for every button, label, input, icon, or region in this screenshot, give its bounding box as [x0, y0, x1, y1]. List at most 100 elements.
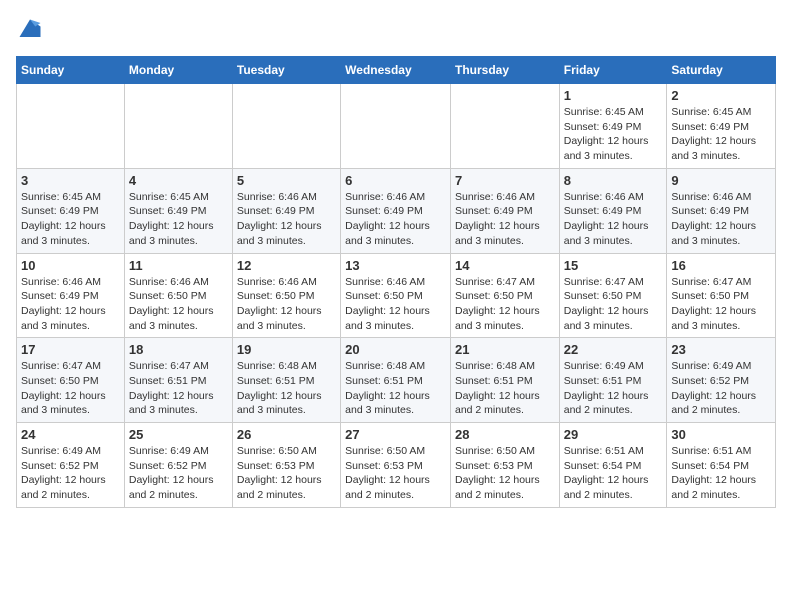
- day-number: 25: [129, 427, 228, 442]
- day-header-saturday: Saturday: [667, 57, 776, 84]
- day-info: Sunrise: 6:48 AM Sunset: 6:51 PM Dayligh…: [237, 359, 336, 418]
- day-info: Sunrise: 6:50 AM Sunset: 6:53 PM Dayligh…: [345, 444, 446, 503]
- day-number: 3: [21, 173, 120, 188]
- day-number: 14: [455, 258, 555, 273]
- calendar-table: SundayMondayTuesdayWednesdayThursdayFrid…: [16, 56, 776, 508]
- day-number: 27: [345, 427, 446, 442]
- calendar-week-row: 3 Sunrise: 6:45 AM Sunset: 6:49 PM Daylig…: [17, 168, 776, 253]
- calendar-cell: 19 Sunrise: 6:48 AM Sunset: 6:51 PM Dayli…: [232, 338, 340, 423]
- calendar-cell: 14 Sunrise: 6:47 AM Sunset: 6:50 PM Dayli…: [450, 253, 559, 338]
- day-info: Sunrise: 6:45 AM Sunset: 6:49 PM Dayligh…: [21, 190, 120, 249]
- day-info: Sunrise: 6:46 AM Sunset: 6:49 PM Dayligh…: [237, 190, 336, 249]
- day-info: Sunrise: 6:46 AM Sunset: 6:49 PM Dayligh…: [455, 190, 555, 249]
- day-info: Sunrise: 6:45 AM Sunset: 6:49 PM Dayligh…: [671, 105, 771, 164]
- day-info: Sunrise: 6:49 AM Sunset: 6:52 PM Dayligh…: [671, 359, 771, 418]
- calendar-cell: 8Sunrise: 6:46 AM Sunset: 6:49 PM Daylig…: [559, 168, 667, 253]
- logo: [16, 16, 48, 44]
- day-number: 29: [564, 427, 663, 442]
- day-number: 28: [455, 427, 555, 442]
- calendar-cell: 22Sunrise: 6:49 AM Sunset: 6:51 PM Dayli…: [559, 338, 667, 423]
- calendar-cell: 21 Sunrise: 6:48 AM Sunset: 6:51 PM Dayli…: [450, 338, 559, 423]
- day-number: 20: [345, 342, 446, 357]
- calendar-cell: 6 Sunrise: 6:46 AM Sunset: 6:49 PM Daylig…: [341, 168, 451, 253]
- day-number: 2: [671, 88, 771, 103]
- calendar-cell: 12 Sunrise: 6:46 AM Sunset: 6:50 PM Dayli…: [232, 253, 340, 338]
- day-number: 13: [345, 258, 446, 273]
- day-info: Sunrise: 6:46 AM Sunset: 6:50 PM Dayligh…: [345, 275, 446, 334]
- day-number: 26: [237, 427, 336, 442]
- day-info: Sunrise: 6:51 AM Sunset: 6:54 PM Dayligh…: [671, 444, 771, 503]
- day-number: 5: [237, 173, 336, 188]
- calendar-week-row: 24 Sunrise: 6:49 AM Sunset: 6:52 PM Dayli…: [17, 423, 776, 508]
- day-number: 4: [129, 173, 228, 188]
- day-number: 11: [129, 258, 228, 273]
- calendar-cell: 7 Sunrise: 6:46 AM Sunset: 6:49 PM Daylig…: [450, 168, 559, 253]
- calendar-cell: 5 Sunrise: 6:46 AM Sunset: 6:49 PM Daylig…: [232, 168, 340, 253]
- day-number: 6: [345, 173, 446, 188]
- calendar-cell: 20 Sunrise: 6:48 AM Sunset: 6:51 PM Dayli…: [341, 338, 451, 423]
- day-number: 15: [564, 258, 663, 273]
- day-info: Sunrise: 6:46 AM Sunset: 6:49 PM Dayligh…: [345, 190, 446, 249]
- logo-icon: [16, 16, 44, 44]
- calendar-cell: [450, 84, 559, 169]
- day-number: 19: [237, 342, 336, 357]
- day-info: Sunrise: 6:47 AM Sunset: 6:50 PM Dayligh…: [455, 275, 555, 334]
- day-number: 21: [455, 342, 555, 357]
- day-info: Sunrise: 6:46 AM Sunset: 6:50 PM Dayligh…: [237, 275, 336, 334]
- day-info: Sunrise: 6:48 AM Sunset: 6:51 PM Dayligh…: [345, 359, 446, 418]
- day-number: 16: [671, 258, 771, 273]
- calendar-week-row: 10 Sunrise: 6:46 AM Sunset: 6:49 PM Dayli…: [17, 253, 776, 338]
- calendar-cell: 27 Sunrise: 6:50 AM Sunset: 6:53 PM Dayli…: [341, 423, 451, 508]
- day-info: Sunrise: 6:51 AM Sunset: 6:54 PM Dayligh…: [564, 444, 663, 503]
- calendar-cell: 11 Sunrise: 6:46 AM Sunset: 6:50 PM Dayli…: [124, 253, 232, 338]
- calendar-body: 1 Sunrise: 6:45 AM Sunset: 6:49 PM Daylig…: [17, 84, 776, 508]
- calendar-cell: 23Sunrise: 6:49 AM Sunset: 6:52 PM Dayli…: [667, 338, 776, 423]
- calendar-cell: 29 Sunrise: 6:51 AM Sunset: 6:54 PM Dayli…: [559, 423, 667, 508]
- day-number: 17: [21, 342, 120, 357]
- day-number: 10: [21, 258, 120, 273]
- calendar-cell: 9 Sunrise: 6:46 AM Sunset: 6:49 PM Daylig…: [667, 168, 776, 253]
- day-info: Sunrise: 6:47 AM Sunset: 6:51 PM Dayligh…: [129, 359, 228, 418]
- calendar-cell: 16 Sunrise: 6:47 AM Sunset: 6:50 PM Dayli…: [667, 253, 776, 338]
- day-header-tuesday: Tuesday: [232, 57, 340, 84]
- day-info: Sunrise: 6:50 AM Sunset: 6:53 PM Dayligh…: [455, 444, 555, 503]
- calendar-cell: 26 Sunrise: 6:50 AM Sunset: 6:53 PM Dayli…: [232, 423, 340, 508]
- day-header-thursday: Thursday: [450, 57, 559, 84]
- day-header-monday: Monday: [124, 57, 232, 84]
- calendar-cell: 10 Sunrise: 6:46 AM Sunset: 6:49 PM Dayli…: [17, 253, 125, 338]
- day-info: Sunrise: 6:50 AM Sunset: 6:53 PM Dayligh…: [237, 444, 336, 503]
- calendar-cell: 17 Sunrise: 6:47 AM Sunset: 6:50 PM Dayli…: [17, 338, 125, 423]
- calendar-cell: [124, 84, 232, 169]
- day-info: Sunrise: 6:45 AM Sunset: 6:49 PM Dayligh…: [564, 105, 663, 164]
- day-number: 30: [671, 427, 771, 442]
- day-info: Sunrise: 6:46 AM Sunset: 6:50 PM Dayligh…: [129, 275, 228, 334]
- calendar-cell: 2 Sunrise: 6:45 AM Sunset: 6:49 PM Daylig…: [667, 84, 776, 169]
- calendar-cell: [232, 84, 340, 169]
- day-info: Sunrise: 6:49 AM Sunset: 6:52 PM Dayligh…: [129, 444, 228, 503]
- day-number: 1: [564, 88, 663, 103]
- calendar-cell: 13 Sunrise: 6:46 AM Sunset: 6:50 PM Dayli…: [341, 253, 451, 338]
- day-number: 24: [21, 427, 120, 442]
- calendar-cell: 18 Sunrise: 6:47 AM Sunset: 6:51 PM Dayli…: [124, 338, 232, 423]
- calendar-header-row: SundayMondayTuesdayWednesdayThursdayFrid…: [17, 57, 776, 84]
- day-info: Sunrise: 6:46 AM Sunset: 6:49 PM Dayligh…: [21, 275, 120, 334]
- calendar-cell: 1 Sunrise: 6:45 AM Sunset: 6:49 PM Daylig…: [559, 84, 667, 169]
- day-info: Sunrise: 6:47 AM Sunset: 6:50 PM Dayligh…: [564, 275, 663, 334]
- calendar-cell: 30 Sunrise: 6:51 AM Sunset: 6:54 PM Dayli…: [667, 423, 776, 508]
- calendar-week-row: 17 Sunrise: 6:47 AM Sunset: 6:50 PM Dayli…: [17, 338, 776, 423]
- calendar-cell: 3 Sunrise: 6:45 AM Sunset: 6:49 PM Daylig…: [17, 168, 125, 253]
- day-info: Sunrise: 6:48 AM Sunset: 6:51 PM Dayligh…: [455, 359, 555, 418]
- day-info: Sunrise: 6:47 AM Sunset: 6:50 PM Dayligh…: [21, 359, 120, 418]
- day-number: 18: [129, 342, 228, 357]
- day-info: Sunrise: 6:47 AM Sunset: 6:50 PM Dayligh…: [671, 275, 771, 334]
- day-number: 12: [237, 258, 336, 273]
- day-info: Sunrise: 6:46 AM Sunset: 6:49 PM Dayligh…: [564, 190, 663, 249]
- calendar-cell: [341, 84, 451, 169]
- day-info: Sunrise: 6:46 AM Sunset: 6:49 PM Dayligh…: [671, 190, 771, 249]
- day-number: 9: [671, 173, 771, 188]
- day-number: 7: [455, 173, 555, 188]
- calendar-cell: [17, 84, 125, 169]
- day-number: 22: [564, 342, 663, 357]
- calendar-cell: 4Sunrise: 6:45 AM Sunset: 6:49 PM Daylig…: [124, 168, 232, 253]
- calendar-cell: 15 Sunrise: 6:47 AM Sunset: 6:50 PM Dayli…: [559, 253, 667, 338]
